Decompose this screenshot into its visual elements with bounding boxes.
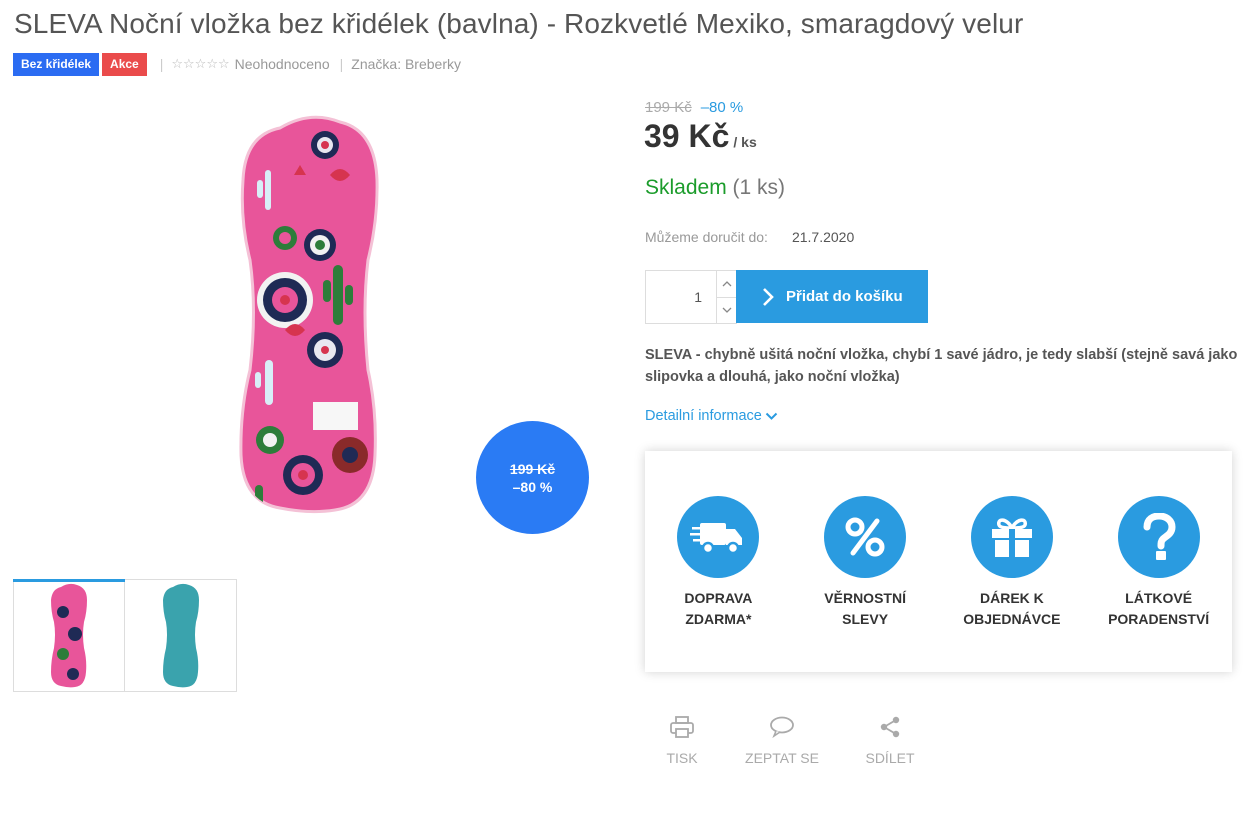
share-action[interactable]: SDÍLET xyxy=(860,713,920,766)
percent-icon xyxy=(824,496,907,578)
price-unit: / ks xyxy=(733,134,757,150)
benefit-label: LÁTKOVÉ PORADENSTVÍ xyxy=(1108,590,1210,627)
price-value: 39 Kč xyxy=(644,118,730,154)
thumbnail-teal-pad[interactable] xyxy=(125,579,237,692)
benefit-gift[interactable]: DÁREK K OBJEDNÁVCE xyxy=(939,496,1086,672)
print-icon xyxy=(669,713,695,741)
ask-question-label: ZEPTAT SE xyxy=(745,750,819,766)
chat-icon xyxy=(769,713,795,741)
benefit-label: DOPRAVA ZDARMA* xyxy=(684,590,753,627)
increase-quantity-button[interactable] xyxy=(717,271,736,297)
thumbnail-gallery xyxy=(13,579,237,692)
discount-badge: 199 Kč –80 % xyxy=(476,421,589,534)
brand-label[interactable]: Značka: Breberky xyxy=(351,56,461,72)
tag-no-wings[interactable]: Bez křidélek xyxy=(13,52,100,76)
stock-label: Skladem xyxy=(645,176,727,199)
detail-info-link[interactable]: Detailní informace xyxy=(645,408,778,424)
stock-status: Skladem (1 ks) xyxy=(645,176,785,200)
print-action[interactable]: TISK xyxy=(652,713,712,766)
thumbnail-pink-pad[interactable] xyxy=(13,579,125,692)
benefit-label: DÁREK K OBJEDNÁVCE xyxy=(963,590,1061,627)
share-label: SDÍLET xyxy=(865,750,915,766)
current-price: 39 Kč / ks xyxy=(644,118,757,155)
benefits-panel: DOPRAVA ZDARMA* VĚRNOSTNÍ SLEVY DÁREK K … xyxy=(645,451,1232,672)
old-price: 199 Kč xyxy=(645,99,692,116)
quantity-stepper xyxy=(645,270,737,324)
rating-stars[interactable]: ☆☆☆☆☆ xyxy=(171,56,229,72)
badge-old-price: 199 Kč xyxy=(509,461,556,477)
product-actions: TISK ZEPTAT SE SDÍLET xyxy=(652,713,920,766)
chevron-down-icon xyxy=(765,412,778,420)
ask-question-action[interactable]: ZEPTAT SE xyxy=(742,713,822,766)
badge-discount: –80 % xyxy=(512,479,553,495)
benefit-cloth-advice[interactable]: LÁTKOVÉ PORADENSTVÍ xyxy=(1085,496,1232,672)
old-price-row: 199 Kč –80 % xyxy=(645,99,743,116)
question-icon xyxy=(1117,496,1200,578)
benefit-free-shipping[interactable]: DOPRAVA ZDARMA* xyxy=(645,496,792,672)
delivery-date: 21.7.2020 xyxy=(791,229,855,245)
print-label: TISK xyxy=(666,750,698,766)
short-description: SLEVA - chybně ušitá noční vložka, chybí… xyxy=(645,347,1238,385)
delivery-label: Můžeme doručit do: xyxy=(645,229,768,245)
stock-qty: (1 ks) xyxy=(732,176,786,199)
tag-sale[interactable]: Akce xyxy=(102,52,147,76)
chevron-up-icon xyxy=(722,280,731,287)
benefit-loyalty-discounts[interactable]: VĚRNOSTNÍ SLEVY xyxy=(792,496,939,672)
discount-percent: –80 % xyxy=(700,99,744,116)
product-title: SLEVA Noční vložka bez křidélek (bavlna)… xyxy=(14,8,1024,39)
divider: | xyxy=(159,56,164,72)
main-product-image[interactable] xyxy=(225,110,395,530)
chevron-down-icon xyxy=(722,307,731,314)
product-meta: Bez křidélek Akce | ☆☆☆☆☆ Neohodnoceno |… xyxy=(13,52,461,76)
add-to-cart-label: Přidat do košíku xyxy=(786,288,903,305)
truck-icon xyxy=(677,496,760,578)
share-icon xyxy=(879,713,901,741)
chevron-right-icon xyxy=(762,287,774,307)
quantity-input[interactable] xyxy=(646,271,716,323)
gift-icon xyxy=(970,496,1053,578)
delivery-info: Můžeme doručit do: 21.7.2020 xyxy=(645,229,854,245)
rating-text: Neohodnoceno xyxy=(234,56,330,72)
decrease-quantity-button[interactable] xyxy=(717,296,736,324)
detail-info-label: Detailní informace xyxy=(645,408,762,424)
divider: | xyxy=(339,56,344,72)
add-to-cart-button[interactable]: Přidat do košíku xyxy=(736,270,928,323)
benefit-label: VĚRNOSTNÍ SLEVY xyxy=(824,590,906,627)
